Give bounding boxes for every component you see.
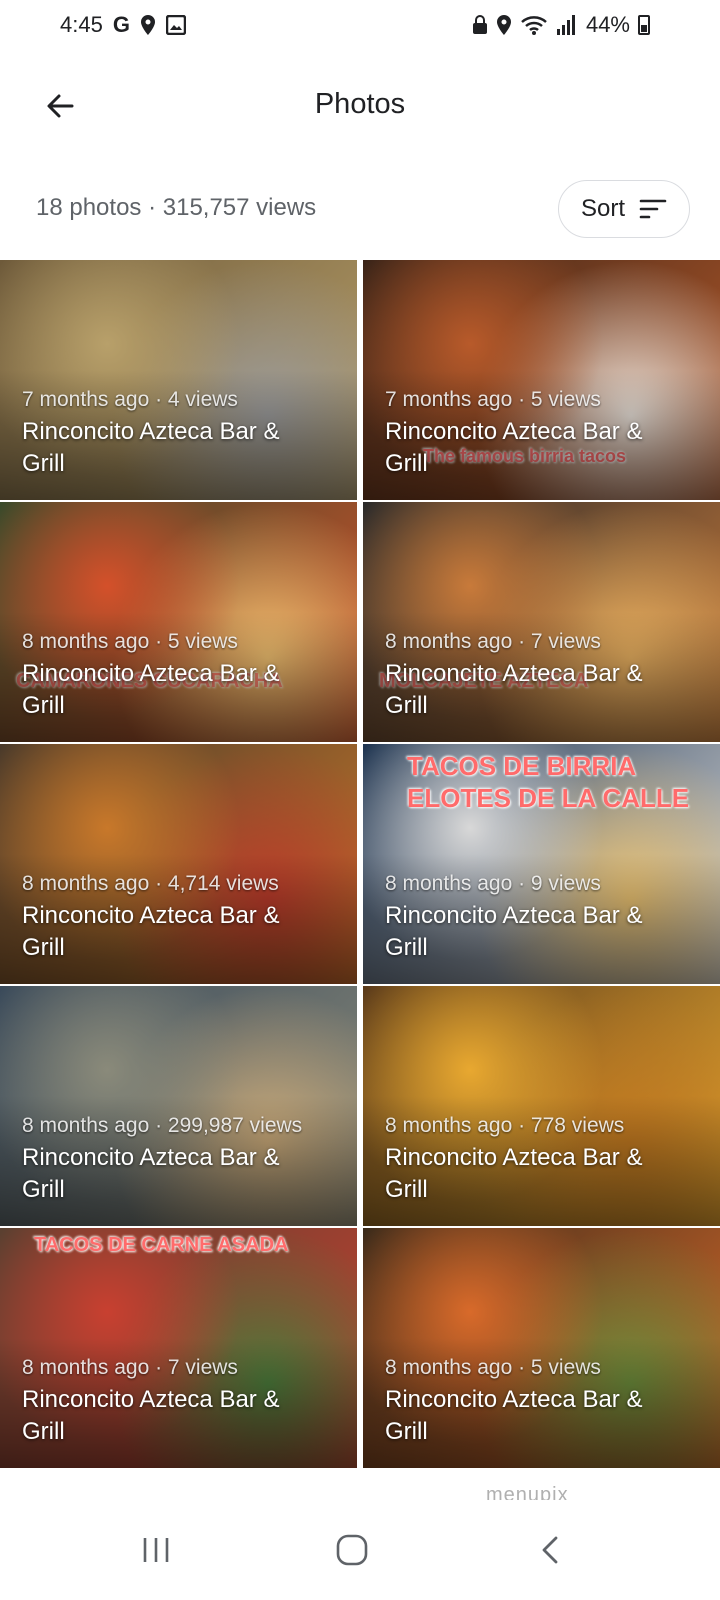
- photo-place-name: Rinconcito Azteca Bar & Grill: [22, 418, 280, 477]
- photo-caption-overlay: TACOS DE CARNE ASADA: [34, 1234, 289, 1256]
- sort-lines-icon: [639, 199, 667, 219]
- photo-meta: 8 months ago · 778 views: [385, 1114, 625, 1137]
- photo-grid: 7 months ago · 4 views Rinconcito Azteca …: [0, 260, 720, 1500]
- signal-icon: [556, 15, 575, 35]
- photo-tile[interactable]: 8 months ago · 778 views Rinconcito Aztec…: [363, 986, 720, 1226]
- nav-back-button[interactable]: [520, 1524, 580, 1576]
- photos-summary: 18 photos · 315,757 views: [36, 194, 317, 221]
- photo-meta: 7 months ago · 4 views: [22, 388, 238, 411]
- photo-meta: 8 months ago · 5 views: [385, 1356, 601, 1379]
- photo-tile[interactable]: 8 months ago · 5 views Rinconcito Azteca …: [363, 1228, 720, 1468]
- photo-tile[interactable]: The famous birria tacos7 months ago · 5 …: [363, 260, 720, 500]
- nav-back-icon: [542, 1536, 558, 1564]
- photo-place-name: Rinconcito Azteca Bar & Grill: [385, 418, 643, 477]
- battery-icon: [638, 15, 650, 35]
- page-title: Photos: [314, 88, 406, 120]
- photo-tile[interactable]: CAMARONES CUCARACHA8 months ago · 5 view…: [0, 502, 357, 742]
- photo-tile[interactable]: 7 months ago · 4 views Rinconcito Azteca …: [0, 260, 357, 500]
- photo-place-name: Rinconcito Azteca Bar & Grill: [22, 902, 280, 961]
- app-bar: Photos: [0, 62, 720, 150]
- photo-place-name: Rinconcito Azteca Bar & Grill: [385, 902, 643, 961]
- sort-button[interactable]: Sort: [558, 180, 690, 238]
- photo-meta: 7 months ago · 5 views: [385, 388, 601, 411]
- photo-place-name: Rinconcito Azteca Bar & Grill: [22, 660, 280, 719]
- photo-tile[interactable]: 8 months ago · 299,987 views Rinconcito A…: [0, 986, 357, 1226]
- photo-tile[interactable]: MOLCAJETE AZTECA8 months ago · 7 viewsRi…: [363, 502, 720, 742]
- recents-icon: [143, 1538, 169, 1562]
- location-icon: [140, 15, 155, 35]
- photo-tile[interactable]: TACOS DE CARNE ASADA 8 months ago · 7 vie…: [0, 1228, 357, 1468]
- google-icon: G: [112, 12, 130, 37]
- photo-caption-overlay: TACOS DE BIRRIA ELOTES DE LA CALLE: [407, 751, 690, 813]
- home-button[interactable]: [322, 1524, 382, 1576]
- image-icon: [165, 15, 186, 35]
- status-left: 4:45 G: [60, 12, 186, 38]
- photo-meta: 8 months ago · 299,987 views: [22, 1114, 303, 1137]
- photo-tile[interactable]: 8 months ago · 4,714 views Rinconcito Azt…: [0, 744, 357, 984]
- wifi-icon: [521, 16, 547, 35]
- photo-meta: 8 months ago · 5 views: [22, 630, 238, 653]
- sort-label: Sort: [580, 195, 625, 222]
- status-right: 44%: [472, 12, 650, 38]
- status-bar: 4:45 G 44%: [0, 0, 720, 52]
- photo-meta: 8 months ago · 4,714 views: [22, 872, 279, 895]
- lock-icon: [472, 15, 487, 34]
- location-icon-right: [496, 15, 511, 35]
- battery-percentage: 44%: [585, 12, 630, 37]
- photo-tile[interactable]: TACOS DE BIRRIA ELOTES DE LA CALLE 8 mont…: [363, 744, 720, 984]
- photo-place-name: Rinconcito Azteca Bar & Grill: [385, 660, 643, 719]
- photo-place-name: Rinconcito Azteca Bar & Grill: [22, 1386, 280, 1445]
- photo-meta: 8 months ago · 9 views: [385, 872, 601, 895]
- photo-meta: 8 months ago · 7 views: [385, 630, 601, 653]
- photo-meta: 8 months ago · 7 views: [22, 1356, 238, 1379]
- photo-place-name: Rinconcito Azteca Bar & Grill: [22, 1144, 280, 1203]
- photo-place-name: Rinconcito Azteca Bar & Grill: [385, 1144, 643, 1203]
- recents-button[interactable]: [126, 1524, 186, 1576]
- system-nav-bar: [0, 1500, 720, 1600]
- photo-place-name: Rinconcito Azteca Bar & Grill: [385, 1386, 643, 1445]
- status-time: 4:45: [60, 12, 103, 37]
- home-icon: [336, 1534, 368, 1566]
